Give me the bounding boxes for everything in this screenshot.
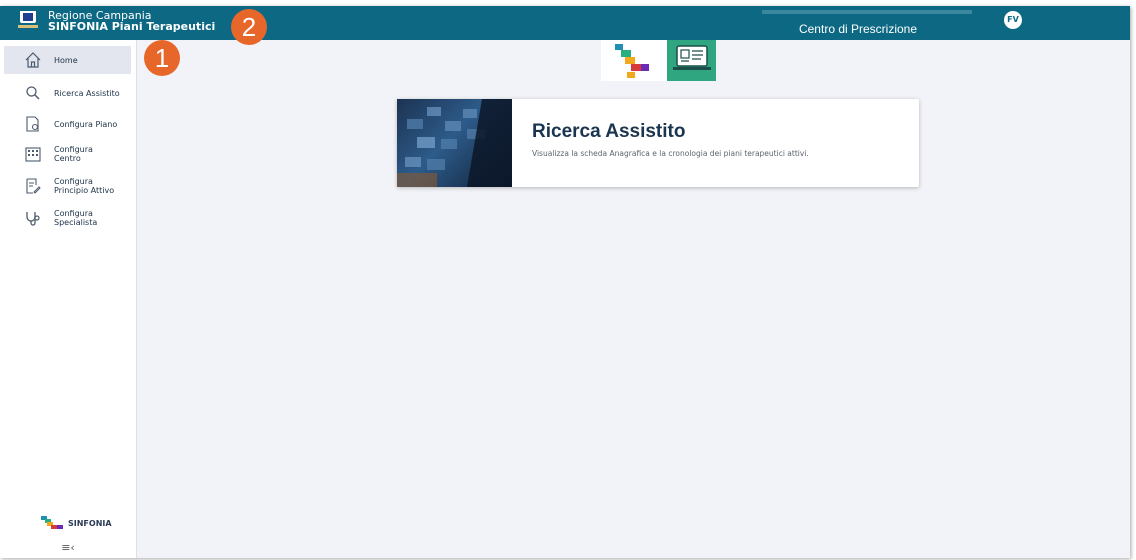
sidebar: Home Ricerca Assistito Configura Piano C… [0, 40, 137, 558]
home-icon [24, 51, 42, 69]
collapse-sidebar-button[interactable]: ≡‹ [0, 538, 136, 558]
sidebar-item-label-line2: Principio Attivo [54, 186, 115, 195]
sidebar-item-label: Home [54, 55, 78, 65]
card-title: Ricerca Assistito [532, 121, 686, 142]
monitor-id-card-icon [667, 40, 716, 81]
card-image [397, 99, 512, 187]
user-area: FV [994, 6, 1130, 40]
hero-illustration [601, 40, 716, 81]
regione-campania-logo-icon [18, 11, 38, 31]
center-selector[interactable]: Centro di Prescrizione [722, 6, 994, 40]
sinfonia-logo-text: SINFONIA [68, 518, 112, 528]
avatar[interactable]: FV [1004, 11, 1022, 29]
search-icon [24, 84, 42, 102]
sinfonia-mark-icon [615, 44, 649, 78]
stethoscope-icon [24, 209, 42, 227]
sidebar-item-configura-principio-attivo[interactable]: Configura Principio Attivo [4, 172, 131, 200]
center-label: Centro di Prescrizione [798, 22, 918, 36]
app-title: SINFONIA Piani Terapeutici [48, 20, 216, 33]
sidebar-item-ricerca-assistito[interactable]: Ricerca Assistito [4, 79, 131, 107]
annotation-badge-1: 1 [144, 40, 180, 76]
sidebar-item-configura-specialista[interactable]: Configura Specialista [4, 204, 131, 232]
sidebar-item-configura-piano[interactable]: Configura Piano [4, 110, 131, 138]
sidebar-item-label: Ricerca Assistito [54, 88, 120, 98]
sidebar-item-label: Configura [54, 209, 93, 218]
sidebar-item-label: Configura [54, 145, 93, 154]
sidebar-item-label-line2: Centro [54, 154, 81, 163]
ricerca-assistito-card[interactable]: Ricerca Assistito Visualizza la scheda A… [397, 99, 919, 187]
document-gear-icon [24, 115, 42, 133]
brand-area[interactable]: Regione Campania SINFONIA Piani Terapeut… [18, 10, 215, 32]
sidebar-item-label-line2: Specialista [54, 218, 98, 227]
app-window: Regione Campania SINFONIA Piani Terapeut… [0, 6, 1130, 558]
top-header-bar: Regione Campania SINFONIA Piani Terapeut… [0, 6, 1130, 40]
sidebar-item-label: Configura [54, 177, 93, 186]
sinfonia-logo: SINFONIA [41, 516, 112, 530]
card-description: Visualizza la scheda Anagrafica e la cro… [532, 149, 809, 158]
sidebar-item-home[interactable]: Home [4, 46, 131, 74]
sidebar-item-configura-centro[interactable]: Configura Centro [4, 140, 131, 168]
sinfonia-logo-icon [41, 516, 63, 529]
document-pen-icon [24, 177, 42, 195]
annotation-badge-2: 2 [231, 9, 267, 45]
building-icon [24, 145, 42, 163]
sidebar-item-label: Configura Piano [54, 119, 118, 129]
